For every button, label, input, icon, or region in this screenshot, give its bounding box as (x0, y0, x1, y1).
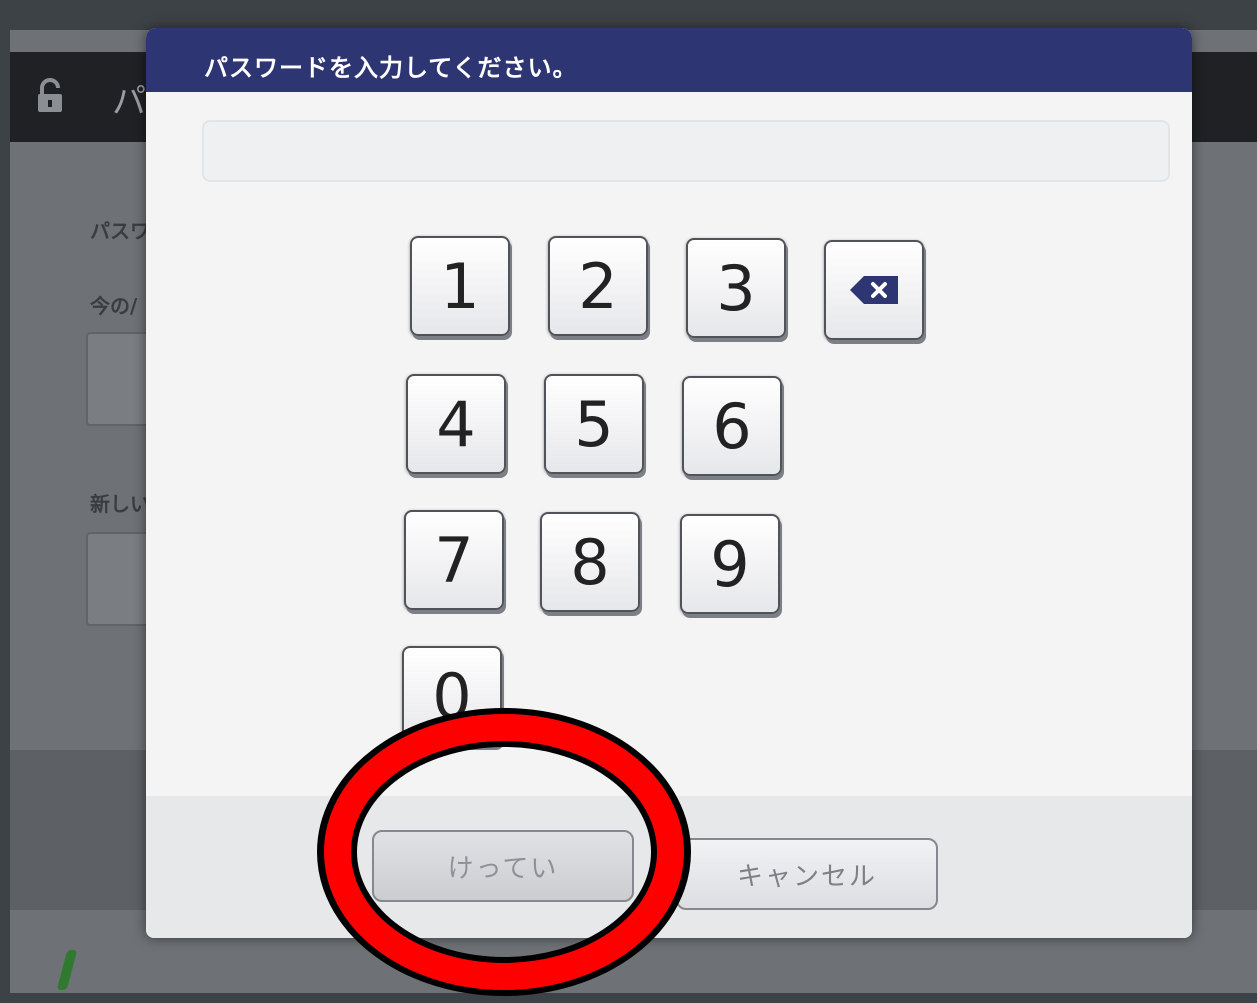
dialog-footer (146, 796, 1192, 938)
key-2[interactable]: 2 (548, 236, 648, 336)
key-0[interactable]: 0 (402, 646, 502, 746)
background-label-password: パスワ (90, 219, 150, 243)
ok-button[interactable]: けってい (372, 830, 634, 902)
key-7[interactable]: 7 (404, 510, 504, 610)
backspace-button[interactable] (824, 240, 924, 340)
key-3[interactable]: 3 (686, 238, 786, 338)
key-8[interactable]: 8 (540, 512, 640, 612)
key-4[interactable]: 4 (406, 374, 506, 474)
key-9[interactable]: 9 (680, 514, 780, 614)
password-input[interactable] (202, 120, 1170, 182)
key-6[interactable]: 6 (682, 376, 782, 476)
lock-icon (38, 78, 62, 112)
dialog-header: パスワードを入力してください。 (146, 28, 1192, 92)
key-5[interactable]: 5 (544, 374, 644, 474)
background-label-new: 新しい (90, 492, 150, 516)
cancel-button[interactable]: キャンセル (676, 838, 938, 910)
password-dialog: パスワードを入力してください。 1 2 3 4 5 6 7 8 9 0 けってい… (146, 28, 1192, 938)
background-label-current: 今の/ (90, 294, 138, 318)
key-1[interactable]: 1 (410, 236, 510, 336)
dialog-title: パスワードを入力してください。 (204, 54, 578, 82)
backspace-icon (850, 276, 898, 304)
